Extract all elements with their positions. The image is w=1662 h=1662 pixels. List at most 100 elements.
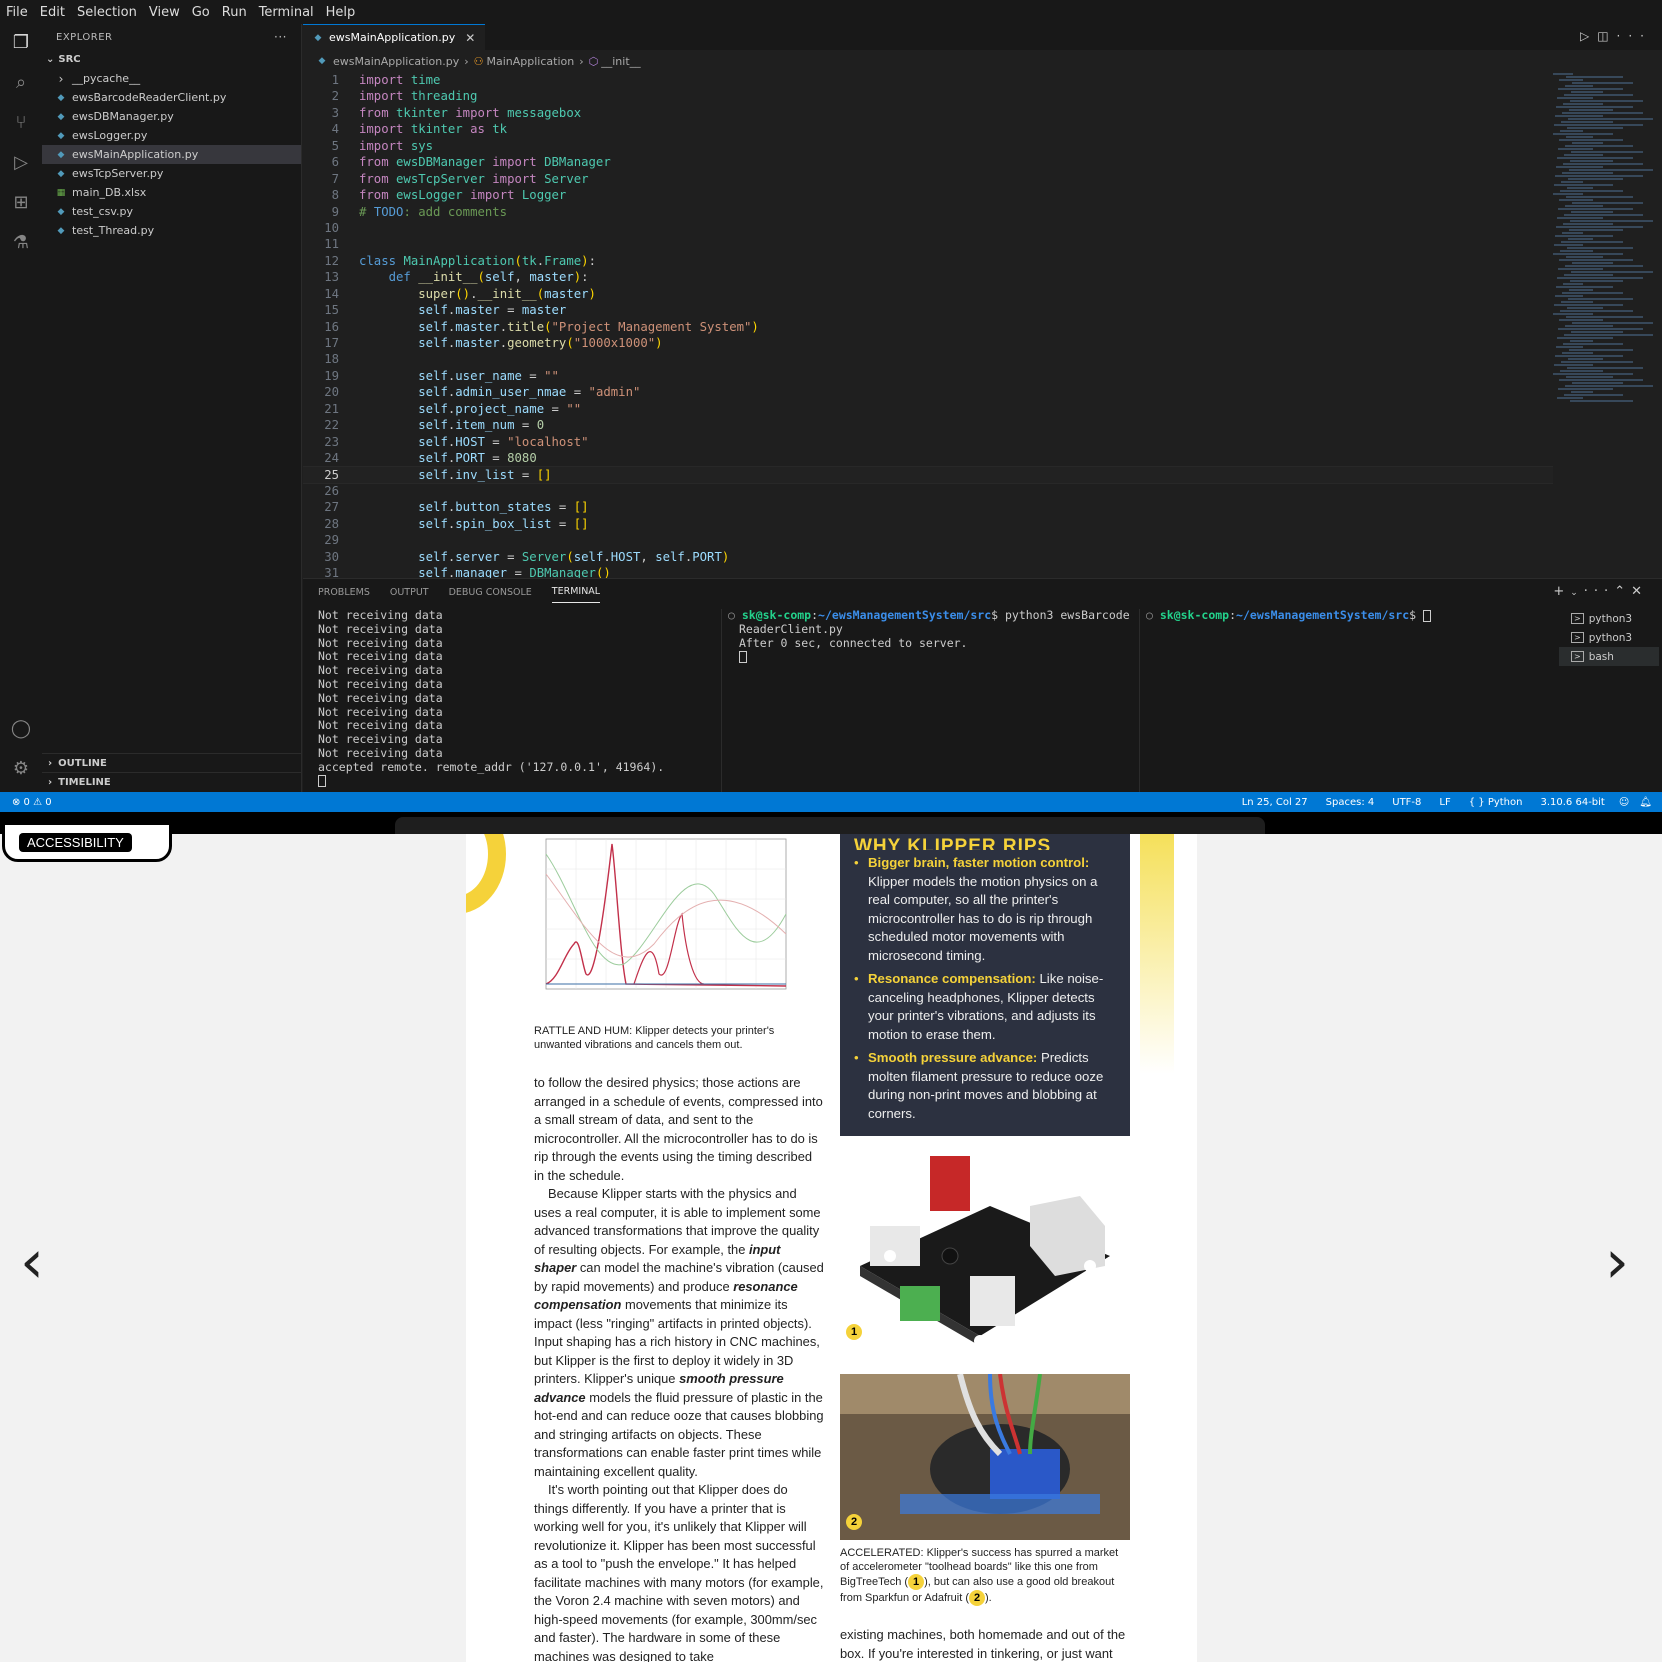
- menu-run[interactable]: Run: [216, 5, 253, 20]
- class-icon: ⚇: [473, 54, 484, 68]
- status-item[interactable]: Ln 25, Col 27: [1242, 797, 1308, 808]
- line-content: from ewsTcpServer import Server: [359, 171, 589, 186]
- tab-ewsmainapplication[interactable]: ◆ ewsMainApplication.py ✕: [303, 24, 486, 50]
- notifications-icon[interactable]: 🔔︎: [1639, 797, 1652, 808]
- terminal-list-item[interactable]: > bash: [1559, 647, 1659, 666]
- file-label: test_csv.py: [72, 205, 134, 218]
- menu-view[interactable]: View: [143, 5, 186, 20]
- more-icon[interactable]: ···: [1584, 584, 1614, 599]
- terminal-icon: >: [1571, 651, 1584, 662]
- enable-accessibility-button[interactable]: ACCESSIBILITY: [2, 822, 172, 862]
- vscode-window: File Edit Selection View Go Run Terminal Help ❐…: [0, 0, 1662, 812]
- split-editor-icon[interactable]: ◫: [1597, 29, 1616, 43]
- menu-terminal[interactable]: Terminal: [253, 5, 320, 20]
- minimap[interactable]: [1553, 72, 1653, 472]
- search-icon[interactable]: ⌕: [9, 70, 33, 94]
- file-item[interactable]: ◆ ewsLogger.py: [42, 126, 301, 145]
- file-item[interactable]: ◆ test_Thread.py: [42, 221, 301, 240]
- more-icon[interactable]: ···: [1617, 29, 1652, 43]
- menu-file[interactable]: File: [0, 5, 34, 20]
- file-item[interactable]: ◆ test_csv.py: [42, 202, 301, 221]
- menu-help[interactable]: Help: [320, 5, 362, 20]
- status-item[interactable]: LF: [1439, 797, 1450, 808]
- settings-gear-icon[interactable]: ⚙: [9, 756, 33, 780]
- file-label: main_DB.xlsx: [72, 186, 147, 199]
- line-content: import threading: [359, 89, 478, 104]
- source-control-icon[interactable]: ⑂: [9, 110, 33, 134]
- line-number: 24: [324, 451, 339, 466]
- python-file-icon: ◆: [57, 92, 65, 103]
- file-item[interactable]: ▦ main_DB.xlsx: [42, 183, 301, 202]
- excel-file-icon: ▦: [56, 187, 66, 198]
- extensions-icon[interactable]: ⊞: [9, 190, 33, 214]
- line-number: 22: [324, 418, 339, 433]
- panel-tab-terminal[interactable]: TERMINAL: [551, 581, 601, 603]
- outline-section[interactable]: › OUTLINE: [42, 753, 302, 772]
- line-content: def __init__(self, master):: [388, 270, 589, 285]
- line-content: self.master = master: [418, 303, 567, 318]
- terminal-pane-1[interactable]: Not receiving data Not receiving data Not …: [318, 609, 713, 793]
- panel-tab-problems[interactable]: PROBLEMS: [318, 582, 370, 603]
- file-item[interactable]: ◆ ewsTcpServer.py: [42, 164, 301, 183]
- run-debug-icon[interactable]: ▷: [9, 150, 33, 174]
- terminal-cursor: [1423, 609, 1431, 622]
- file-item[interactable]: ◆ ewsDBManager.py: [42, 107, 301, 126]
- testing-icon[interactable]: ⚗: [9, 230, 33, 254]
- file-item[interactable]: ◆ ewsMainApplication.py: [42, 145, 301, 164]
- line-content: from ewsLogger import Logger: [359, 188, 567, 203]
- problems-status[interactable]: ⊗ 0 ⚠ 0: [0, 797, 52, 808]
- previous-page-arrow-icon[interactable]: ‹: [20, 1227, 44, 1297]
- run-file-icon[interactable]: ▷: [1580, 29, 1597, 43]
- more-actions-icon[interactable]: ···: [274, 30, 287, 44]
- breadcrumb-method[interactable]: __init__: [601, 55, 640, 68]
- panel-tab-debug-console[interactable]: DEBUG CONSOLE: [449, 582, 532, 603]
- close-tab-icon[interactable]: ✕: [465, 31, 475, 45]
- file-item[interactable]: › __pycache__: [42, 69, 301, 88]
- timeline-section[interactable]: › TIMELINE: [42, 772, 302, 791]
- line-content: self.admin_user_nmae = "admin": [418, 385, 641, 400]
- breadcrumb-class[interactable]: MainApplication: [487, 55, 575, 68]
- line-number: 5: [331, 138, 339, 153]
- panel-tab-output[interactable]: OUTPUT: [390, 582, 429, 603]
- python-file-icon: ◆: [57, 225, 65, 236]
- terminal-line: Not receiving data: [318, 649, 443, 664]
- menu-selection[interactable]: Selection: [71, 5, 143, 20]
- explorer-icon[interactable]: ❐: [9, 30, 33, 54]
- status-item[interactable]: 3.10.6 64-bit: [1540, 797, 1604, 808]
- chevron-down-icon[interactable]: ⌄: [1570, 588, 1584, 598]
- terminal-pane-2[interactable]: ○ sk@sk-comp:~/ewsManagementSystem/src$ …: [721, 609, 1141, 793]
- status-item[interactable]: UTF-8: [1392, 797, 1421, 808]
- maximize-panel-icon[interactable]: ⌃: [1614, 584, 1631, 599]
- next-page-arrow-icon[interactable]: ›: [1605, 1227, 1629, 1297]
- line-number: 10: [324, 220, 339, 235]
- code-line: 31 self.manager = DBManager(): [303, 565, 1553, 578]
- status-item[interactable]: Spaces: 4: [1326, 797, 1375, 808]
- python-file-icon: ◆: [318, 56, 326, 66]
- folder-src[interactable]: ⌄ SRC: [42, 50, 301, 69]
- code-line: 11: [303, 236, 1553, 252]
- python-file-icon: ◆: [57, 111, 65, 122]
- code-editor[interactable]: 1 import time 2 import threading 3 from tkint…: [303, 72, 1553, 578]
- new-terminal-icon[interactable]: +: [1553, 584, 1570, 599]
- code-line: 24 self.PORT = 8080: [303, 450, 1553, 466]
- terminal-list-item[interactable]: > python3: [1559, 628, 1659, 647]
- terminal-line: Not receiving data: [318, 732, 443, 747]
- line-number: 16: [324, 319, 339, 334]
- status-bar: ⊗ 0 ⚠ 0 Ln 25, Col 27 Spaces: 4 UTF-8 LF { }…: [0, 792, 1662, 812]
- breadcrumb-file[interactable]: ewsMainApplication.py: [333, 55, 459, 68]
- line-number: 6: [331, 155, 339, 170]
- line-number: 1: [331, 73, 339, 87]
- terminal-pane-3[interactable]: ○ sk@sk-comp:~/ewsManagementSystem/src$: [1139, 609, 1554, 793]
- line-number: 9: [331, 204, 339, 219]
- file-item[interactable]: ◆ ewsBarcodeReaderClient.py: [42, 88, 301, 107]
- python-file-icon: ◆: [57, 206, 65, 217]
- line-number: 18: [324, 352, 339, 367]
- menu-go[interactable]: Go: [186, 5, 216, 20]
- menu-edit[interactable]: Edit: [34, 5, 71, 20]
- chevron-right-icon: ›: [464, 54, 469, 68]
- close-panel-icon[interactable]: ✕: [1631, 584, 1648, 599]
- feedback-icon[interactable]: ☺: [1619, 797, 1629, 808]
- terminal-list-item[interactable]: > python3: [1559, 609, 1659, 628]
- status-item[interactable]: { } Python: [1469, 797, 1523, 808]
- account-icon[interactable]: ◯: [9, 716, 33, 740]
